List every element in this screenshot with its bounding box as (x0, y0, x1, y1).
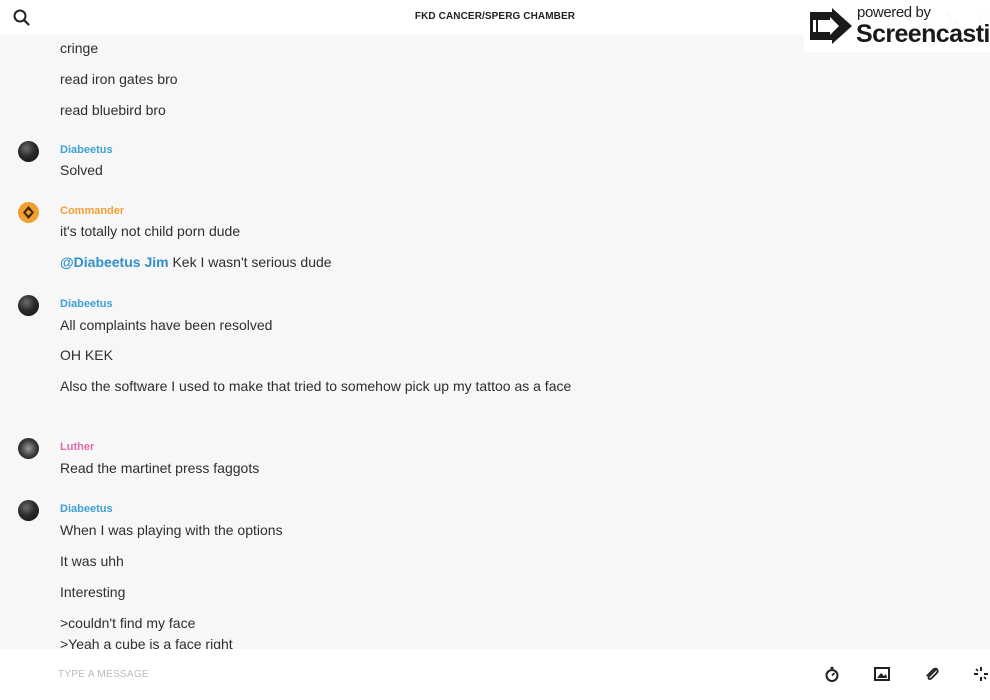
sender-name[interactable]: Commander (60, 205, 124, 217)
message-text: it's totally not child porn dude (60, 223, 241, 239)
message-composer (0, 649, 990, 700)
message-text: Interesting (60, 584, 126, 600)
avatar[interactable] (18, 202, 39, 223)
avatar[interactable] (18, 500, 39, 521)
message-text: read bluebird bro (60, 102, 166, 118)
message-text: It was uhh (60, 553, 124, 569)
attach-icon[interactable] (923, 665, 941, 683)
message-text: @Diabeetus Jim Kek I wasn't serious dude (60, 252, 580, 274)
watermark-powered-by: powered by (857, 4, 931, 21)
message-text: >couldn't find my face (60, 615, 196, 631)
avatar[interactable] (18, 295, 39, 316)
message-input[interactable] (58, 662, 758, 686)
sender-name[interactable]: Diabeetus (60, 144, 113, 156)
sender-name[interactable]: Diabeetus (60, 298, 113, 310)
message-text: OH KEK (60, 347, 113, 363)
avatar[interactable] (18, 141, 39, 162)
sender-name[interactable]: Diabeetus (60, 503, 113, 515)
message-text-rest: Kek I wasn't serious dude (168, 254, 332, 270)
image-icon[interactable] (873, 665, 891, 683)
timer-icon[interactable] (823, 665, 841, 683)
message-text: Also the software I used to make that tr… (60, 378, 572, 394)
user-mention[interactable]: @Diabeetus Jim (60, 254, 169, 270)
message-text: All complaints have been resolved (60, 317, 273, 333)
message-text: When I was playing with the options (60, 522, 283, 538)
message-text: read iron gates bro (60, 71, 178, 87)
sender-name[interactable]: Luther (60, 441, 94, 453)
message-text: Read the martinet press faggots (60, 460, 260, 476)
message-text: >Yeah a cube is a face right (60, 636, 233, 649)
sparkle-icon[interactable] (972, 665, 990, 683)
avatar[interactable] (18, 438, 39, 459)
message-text: cringe (60, 40, 99, 56)
message-text: Solved (60, 162, 103, 178)
message-list[interactable]: cringe read iron gates bro read bluebird… (0, 35, 990, 649)
